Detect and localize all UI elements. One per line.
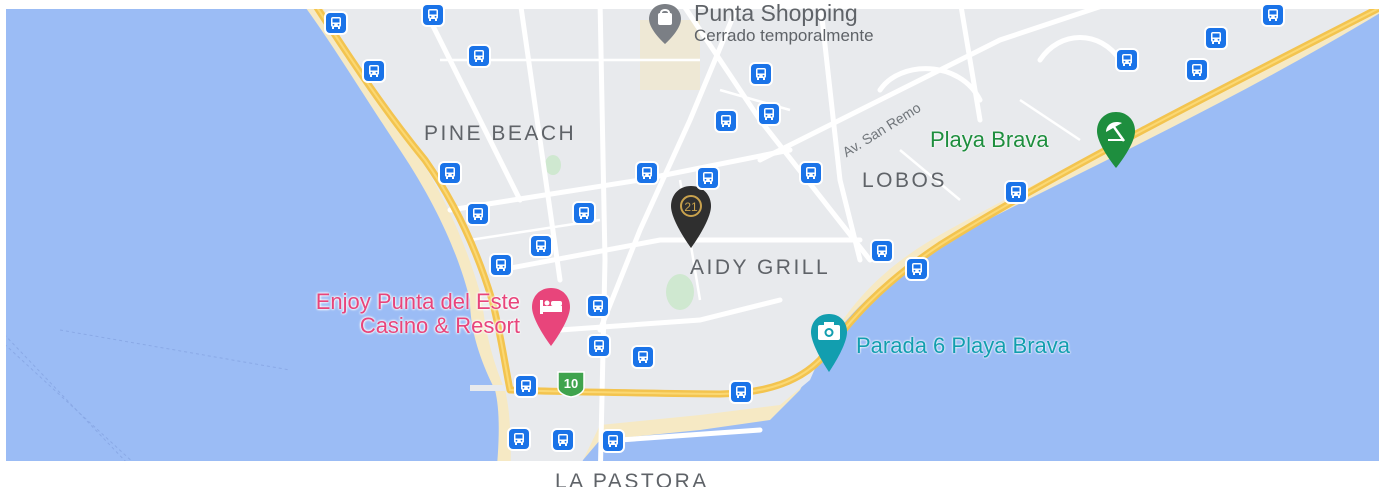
poi-label-enjoy[interactable]: Enjoy Punta del Este Casino & Resort	[248, 290, 520, 338]
bus-stop-icon[interactable]	[589, 336, 609, 356]
bus-stop-icon[interactable]	[716, 111, 736, 131]
beach-umbrella-icon[interactable]	[1094, 110, 1138, 175]
bus-stop-icon[interactable]	[872, 241, 892, 261]
bus-stop-icon[interactable]	[468, 204, 488, 224]
bus-stop-icon[interactable]	[574, 203, 594, 223]
poi-label-playa-brava[interactable]: Playa Brava	[930, 127, 1049, 153]
bus-stop-icon[interactable]	[603, 431, 623, 451]
bus-stop-icon[interactable]	[509, 429, 529, 449]
poi-status: Cerrado temporalmente	[694, 26, 874, 45]
poi-label-punta-shopping[interactable]: Punta Shopping Cerrado temporalmente	[694, 1, 874, 47]
bus-stop-icon[interactable]	[440, 163, 460, 183]
poi-name-line2: Casino & Resort	[359, 313, 520, 338]
poi-name-line1: Enjoy Punta del Este	[315, 289, 520, 314]
route-shield: 10	[556, 370, 586, 403]
shopping-bag-icon[interactable]	[646, 2, 684, 51]
bus-stop-icon[interactable]	[531, 236, 551, 256]
poi-label-parada6[interactable]: Parada 6 Playa Brava	[856, 333, 1070, 359]
area-label-la-pastora: LA PASTORA	[555, 470, 709, 487]
poi-name: Punta Shopping	[694, 0, 858, 26]
area-label-aidy-grill: AIDY GRILL	[690, 256, 831, 279]
route-shield-number: 10	[564, 376, 578, 391]
bus-stop-icon[interactable]	[1206, 28, 1226, 48]
bus-stop-icon[interactable]	[801, 163, 821, 183]
park	[545, 155, 561, 175]
hotel-bed-icon[interactable]	[529, 286, 573, 353]
bus-stop-icon[interactable]	[907, 259, 927, 279]
bus-stop-icon[interactable]	[759, 104, 779, 124]
bus-stop-icon[interactable]	[698, 168, 718, 188]
area-label-lobos: LOBOS	[862, 169, 947, 192]
frame-top	[0, 0, 1385, 9]
bus-stop-icon[interactable]	[633, 347, 653, 367]
bus-stop-icon[interactable]	[1006, 182, 1026, 202]
map-canvas[interactable]: PINE BEACH LOBOS AIDY GRILL LA PASTORA A…	[0, 0, 1385, 487]
bus-stop-icon[interactable]	[637, 163, 657, 183]
bus-stop-icon[interactable]	[491, 255, 511, 275]
bus-stop-icon[interactable]	[364, 61, 384, 81]
bus-stop-icon[interactable]	[751, 64, 771, 84]
century21-badge-text: 21	[684, 200, 698, 214]
bus-stop-icon[interactable]	[1187, 60, 1207, 80]
bus-stop-icon[interactable]	[1117, 50, 1137, 70]
bus-stop-icon[interactable]	[516, 376, 536, 396]
area-label-pine-beach: PINE BEACH	[424, 122, 577, 145]
bus-stop-icon[interactable]	[326, 13, 346, 33]
camera-icon[interactable]	[808, 312, 850, 379]
bus-stop-icon[interactable]	[588, 296, 608, 316]
bus-stop-icon[interactable]	[731, 382, 751, 402]
frame-right	[1379, 0, 1385, 487]
bus-stop-icon[interactable]	[469, 46, 489, 66]
bus-stop-icon[interactable]	[1263, 5, 1283, 25]
bus-stop-icon[interactable]	[553, 430, 573, 450]
map-pin-icon[interactable]: 21	[668, 184, 714, 255]
bus-stop-icon[interactable]	[423, 5, 443, 25]
frame-left	[0, 0, 6, 487]
